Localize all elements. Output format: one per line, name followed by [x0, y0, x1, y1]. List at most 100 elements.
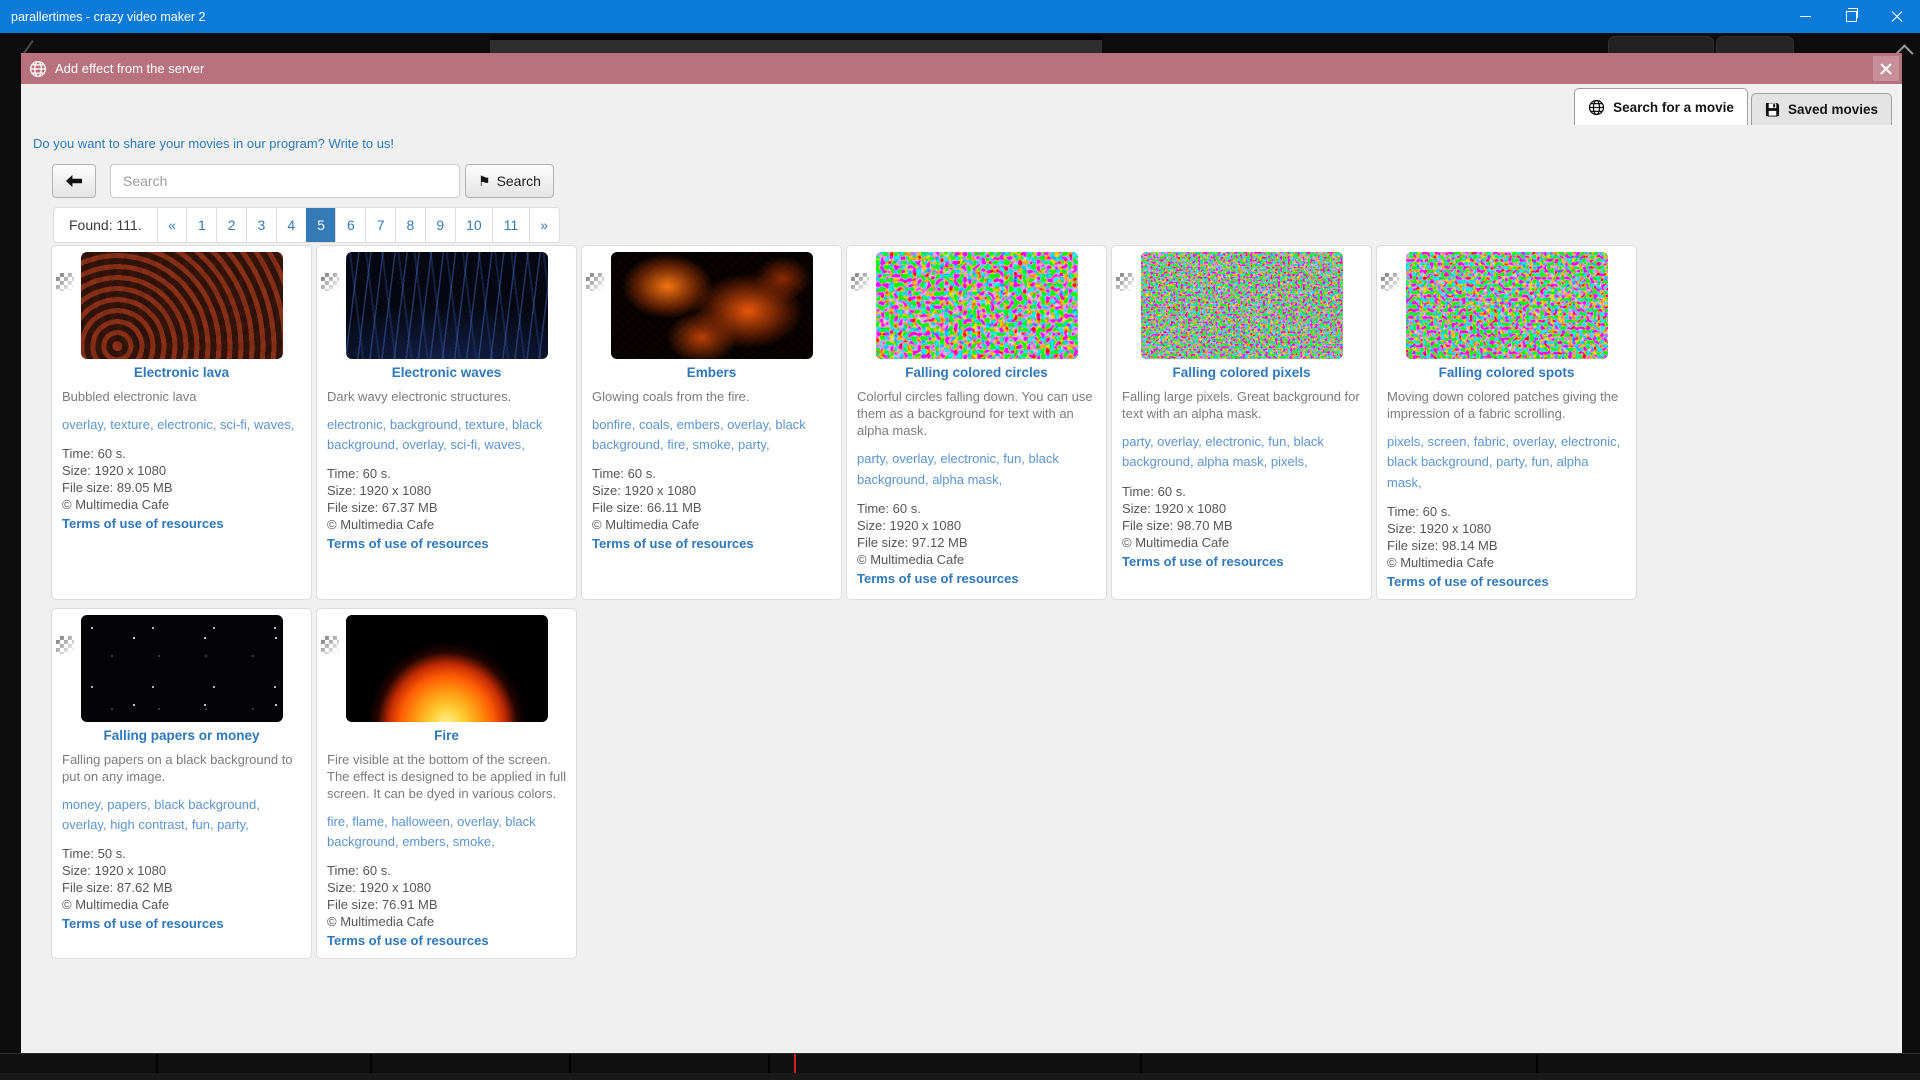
tag-link[interactable]: electronic [1561, 434, 1617, 449]
tag-link[interactable]: party [217, 817, 245, 832]
tag-link[interactable]: fun [1268, 434, 1286, 449]
share-link[interactable]: Do you want to share your movies in our … [33, 136, 394, 151]
tag-link[interactable]: overlay [457, 814, 498, 829]
effect-thumbnail[interactable] [1406, 252, 1608, 359]
terms-link[interactable]: Terms of use of resources [327, 536, 489, 551]
tag-link[interactable]: papers [107, 797, 147, 812]
effect-thumbnail[interactable] [81, 615, 283, 722]
tag-link[interactable]: coals [639, 417, 669, 432]
tag-link[interactable]: sci-fi [450, 437, 477, 452]
copyright-label: © Multimedia Cafe [592, 516, 831, 533]
tag-link[interactable]: screen [1427, 434, 1466, 449]
tag-link[interactable]: party [857, 451, 885, 466]
tag-link[interactable]: flame [352, 814, 384, 829]
tag-link[interactable]: bonfire [592, 417, 632, 432]
search-input[interactable] [110, 164, 460, 198]
tag-link[interactable]: fun [1531, 454, 1549, 469]
tag-link[interactable]: overlay [1157, 434, 1198, 449]
tag-link[interactable]: fabric [1474, 434, 1506, 449]
tag-link[interactable]: party [1122, 434, 1150, 449]
effect-title-link[interactable]: Falling papers or money [62, 728, 301, 743]
tag-link[interactable]: alpha mask [1197, 454, 1263, 469]
effect-thumbnail[interactable] [876, 252, 1078, 359]
tag-link[interactable]: waves [484, 437, 521, 452]
tag-link[interactable]: smoke [453, 834, 491, 849]
tag-link[interactable]: alpha mask [932, 472, 998, 487]
terms-link[interactable]: Terms of use of resources [1122, 554, 1284, 569]
tag-link[interactable]: black background [154, 797, 256, 812]
effect-title-link[interactable]: Electronic lava [62, 365, 301, 380]
page-current[interactable]: 5 [306, 208, 336, 242]
page-link[interactable]: 7 [365, 208, 395, 242]
tag-link[interactable]: overlay [892, 451, 933, 466]
terms-link[interactable]: Terms of use of resources [62, 516, 224, 531]
back-button[interactable] [52, 164, 96, 198]
terms-link[interactable]: Terms of use of resources [857, 571, 1019, 586]
tab-saved-movies[interactable]: Saved movies [1751, 93, 1892, 125]
tag-link[interactable]: electronic [940, 451, 996, 466]
tag-link[interactable]: electronic [1205, 434, 1261, 449]
page-link[interactable]: » [529, 208, 559, 242]
effect-tags: money, papers, black background, overlay… [62, 795, 301, 835]
tag-link[interactable]: halloween [391, 814, 450, 829]
tag-link[interactable]: high contrast [110, 817, 184, 832]
tag-link[interactable]: overlay [727, 417, 768, 432]
tab-label: Saved movies [1788, 102, 1878, 117]
tag-link[interactable]: smoke [692, 437, 730, 452]
tab-search-for-a-movie[interactable]: Search for a movie [1574, 88, 1748, 125]
tag-link[interactable]: overlay [62, 817, 103, 832]
tag-link[interactable]: fun [192, 817, 210, 832]
terms-link[interactable]: Terms of use of resources [1387, 574, 1549, 589]
page-link[interactable]: 1 [186, 208, 216, 242]
restore-button[interactable] [1828, 0, 1874, 33]
page-link[interactable]: 10 [455, 208, 493, 242]
tag-link[interactable]: sci-fi [220, 417, 247, 432]
effect-thumbnail[interactable] [346, 615, 548, 722]
effect-title-link[interactable]: Falling colored circles [857, 365, 1096, 380]
tag-link[interactable]: background [390, 417, 458, 432]
effect-title-link[interactable]: Falling colored pixels [1122, 365, 1361, 380]
page-link[interactable]: « [157, 208, 187, 242]
tag-link[interactable]: black background [1387, 454, 1489, 469]
terms-link[interactable]: Terms of use of resources [62, 916, 224, 931]
effect-thumbnail[interactable] [611, 252, 813, 359]
tag-link[interactable]: fun [1003, 451, 1021, 466]
tag-link[interactable]: overlay [62, 417, 103, 432]
terms-link[interactable]: Terms of use of resources [592, 536, 754, 551]
tag-link[interactable]: overlay [1513, 434, 1554, 449]
tag-link[interactable]: electronic [157, 417, 213, 432]
minimize-button[interactable] [1782, 0, 1828, 33]
tag-link[interactable]: overlay [402, 437, 443, 452]
tag-link[interactable]: party [738, 437, 766, 452]
tag-link[interactable]: texture [465, 417, 505, 432]
close-window-button[interactable] [1874, 0, 1920, 33]
tag-link[interactable]: pixels [1271, 454, 1304, 469]
page-link[interactable]: 9 [425, 208, 455, 242]
page-link[interactable]: 6 [335, 208, 365, 242]
page-link[interactable]: 2 [216, 208, 246, 242]
tag-link[interactable]: embers [402, 834, 445, 849]
page-link[interactable]: 11 [492, 208, 529, 242]
effect-thumbnail[interactable] [81, 252, 283, 359]
effect-title-link[interactable]: Falling colored spots [1387, 365, 1626, 380]
effect-thumbnail[interactable] [346, 252, 548, 359]
tag-link[interactable]: fire [327, 814, 345, 829]
tag-link[interactable]: electronic [327, 417, 383, 432]
tag-link[interactable]: embers [677, 417, 720, 432]
effect-title-link[interactable]: Fire [327, 728, 566, 743]
tag-link[interactable]: pixels [1387, 434, 1420, 449]
effect-title-link[interactable]: Electronic waves [327, 365, 566, 380]
page-link[interactable]: 4 [276, 208, 306, 242]
tag-link[interactable]: money [62, 797, 100, 812]
tag-link[interactable]: waves [254, 417, 291, 432]
tag-link[interactable]: texture [110, 417, 150, 432]
terms-link[interactable]: Terms of use of resources [327, 933, 489, 948]
tag-link[interactable]: party [1496, 454, 1524, 469]
page-link[interactable]: 3 [246, 208, 276, 242]
effect-thumbnail[interactable] [1141, 252, 1343, 359]
tag-link[interactable]: fire [667, 437, 685, 452]
search-button[interactable]: ⚑ Search [465, 164, 554, 198]
dialog-close-button[interactable] [1873, 56, 1899, 81]
page-link[interactable]: 8 [395, 208, 425, 242]
effect-title-link[interactable]: Embers [592, 365, 831, 380]
